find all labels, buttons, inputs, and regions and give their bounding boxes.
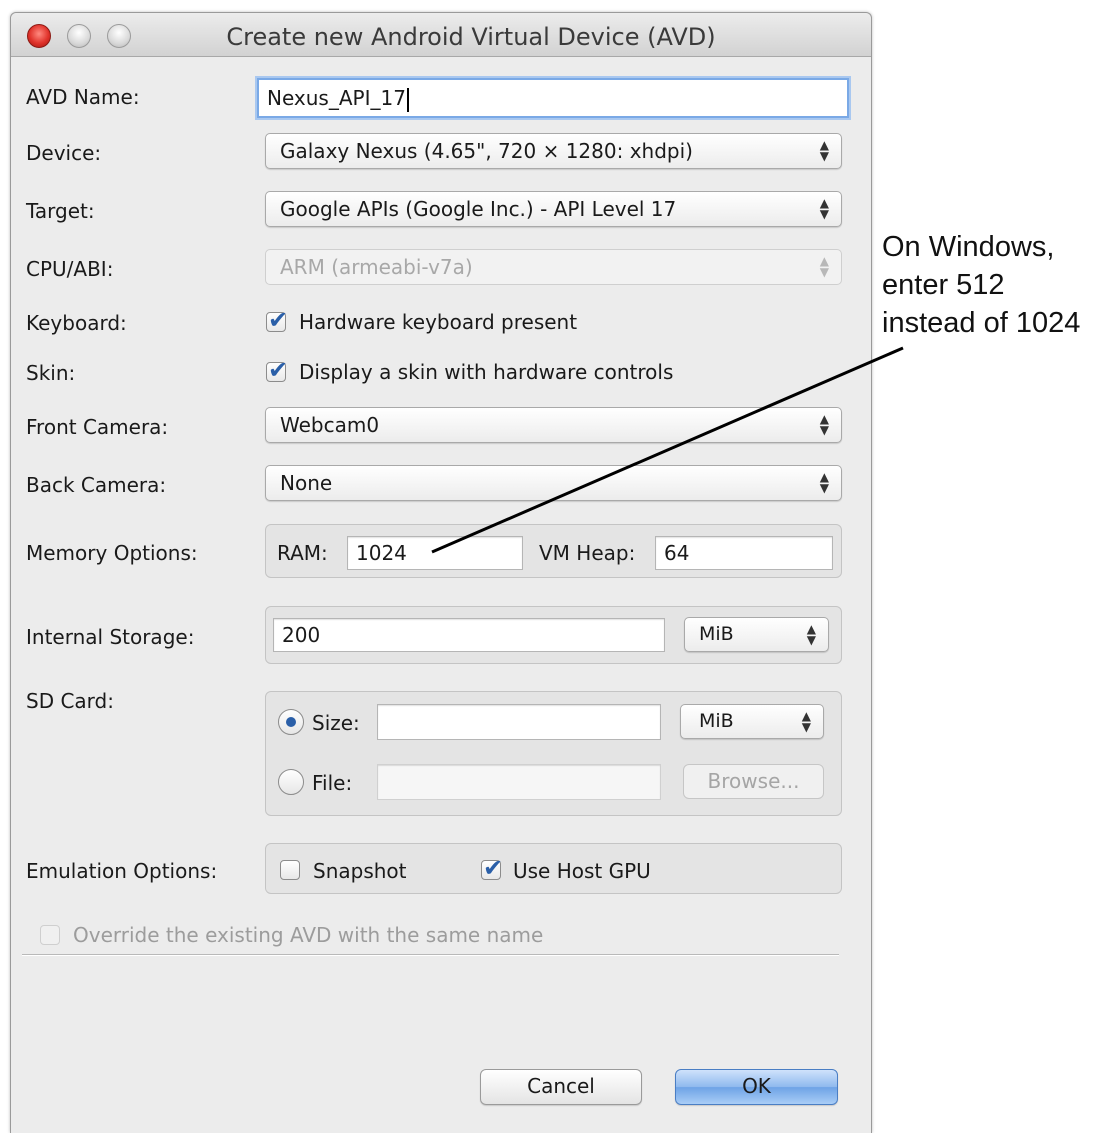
- callout-line: [431, 346, 904, 554]
- annotation-callout-line: [431, 346, 904, 554]
